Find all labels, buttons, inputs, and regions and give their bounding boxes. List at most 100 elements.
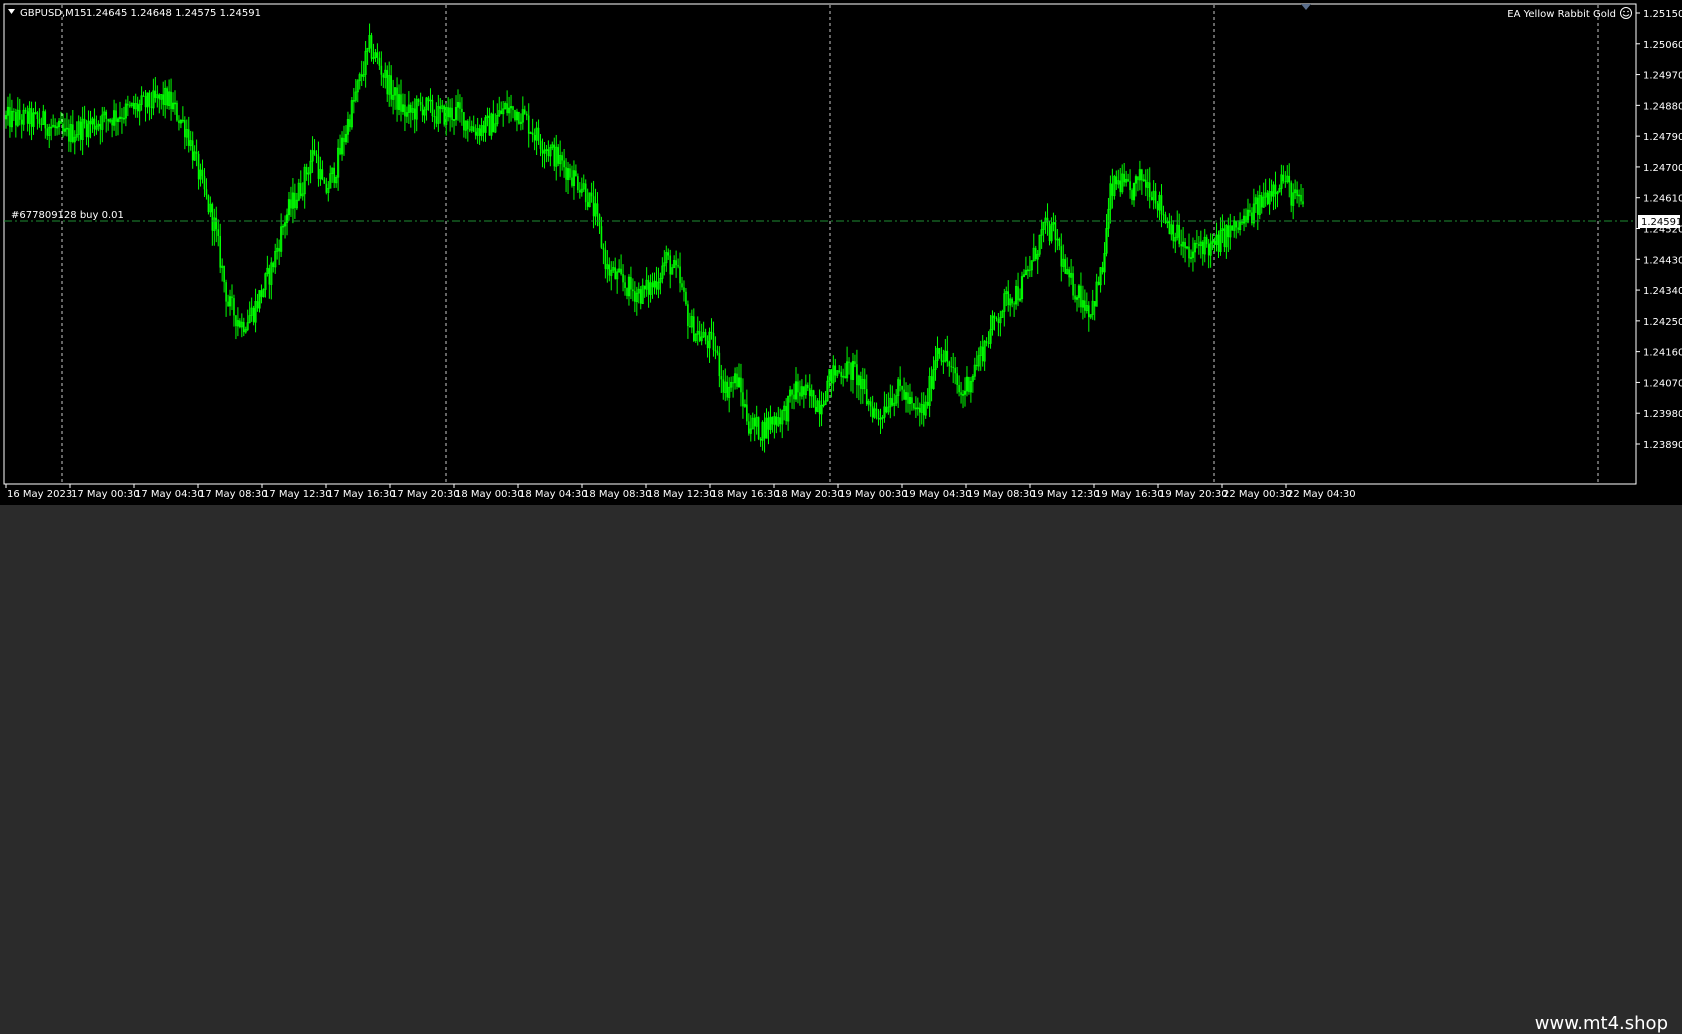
- candle-body-bear: [901, 385, 903, 390]
- candle-body-bear: [651, 282, 654, 288]
- candle-body-bear: [863, 379, 866, 390]
- candle-body-bear: [838, 370, 841, 372]
- candle-body-bear: [142, 95, 145, 97]
- candle-body-bear: [679, 266, 681, 284]
- candle-body-bear: [834, 365, 837, 376]
- candle-body-bear: [877, 410, 880, 420]
- candle-body-bear: [1068, 269, 1070, 278]
- current-price-box: 1.24591: [1638, 215, 1682, 228]
- candle-body-bear: [1101, 267, 1104, 273]
- candle-body-bear: [380, 65, 383, 75]
- candle-body-bear: [115, 110, 117, 122]
- candle-body-bear: [1154, 191, 1157, 204]
- current-price-label: 1.24591: [1641, 217, 1682, 228]
- candle-body-bear: [689, 326, 691, 328]
- candle-body-bear: [647, 280, 650, 295]
- time-tick-label: 18 May 12:30: [647, 489, 716, 500]
- candle-body-bear: [333, 167, 335, 183]
- candle-body-bear: [360, 74, 363, 77]
- candle-body-bear: [1131, 190, 1133, 200]
- price-tick-label: 1.24430: [1643, 255, 1682, 266]
- candle-body-bear: [162, 94, 165, 105]
- candle-body-bear: [1266, 192, 1269, 205]
- candle-body-bear: [643, 285, 646, 290]
- candle-body-bear: [938, 348, 941, 354]
- candle-body-bear: [602, 247, 605, 250]
- candle-body-bear: [1201, 241, 1204, 255]
- candle-body-bear: [1048, 225, 1051, 241]
- candle-body-bear: [207, 195, 210, 212]
- candle-body-bear: [584, 183, 587, 203]
- time-tick-label: 16 May 2023: [7, 489, 72, 500]
- candle-body-bear: [899, 379, 901, 386]
- candle-body-bear: [260, 290, 263, 297]
- price-tick-label: 1.24610: [1643, 194, 1682, 205]
- candle-body-bear: [630, 277, 632, 290]
- candle-body-bear: [997, 319, 1000, 323]
- order-line-label: #677809128 buy 0.01: [11, 210, 124, 221]
- price-axis: 1.25150 1.25060 1.24970 1.24880 1.24790 1.247…: [1636, 9, 1682, 451]
- candle-body-bear: [865, 389, 868, 405]
- candle-body-bear: [325, 183, 328, 193]
- candle-body-bear: [995, 317, 998, 320]
- candle-body-bear: [1178, 225, 1180, 245]
- candle-body-bear: [205, 189, 208, 196]
- candle-body-bear: [1260, 195, 1263, 208]
- candle-body-bear: [1084, 300, 1086, 311]
- candle-body-bear: [1180, 244, 1182, 247]
- candle-body-bear: [227, 301, 229, 307]
- candle-body-bear: [586, 202, 589, 207]
- time-tick-label: 19 May 04:30: [903, 489, 972, 500]
- candle-body-bear: [514, 110, 516, 120]
- candle-body-bear: [396, 87, 398, 110]
- candle-body-bear: [72, 124, 74, 142]
- candle-body-bear: [111, 119, 113, 126]
- price-tick-label: 1.25060: [1643, 40, 1682, 51]
- candle-body-bear: [954, 367, 956, 374]
- candle-body-bear: [60, 121, 62, 124]
- price-tick-label: 1.23890: [1643, 440, 1682, 451]
- candle-body-bear: [577, 176, 579, 191]
- candle-body-bear: [775, 416, 778, 426]
- candle-body-bear: [1127, 179, 1129, 182]
- candle-body-bear: [524, 109, 526, 114]
- candle-body-bear: [748, 421, 750, 434]
- candle-body-bear: [343, 138, 345, 142]
- candle-body-bear: [421, 104, 424, 116]
- candle-body-bear: [926, 402, 929, 406]
- candle-body-bear: [1111, 183, 1114, 196]
- chart-window[interactable]: #677809128 buy 0.01 GBPUSD,M15 1.24645 1…: [0, 0, 1682, 505]
- candle-body-bear: [575, 170, 577, 177]
- candle-body-bear: [9, 107, 11, 127]
- footer-bar: www.mt4.shop: [0, 505, 1682, 1034]
- candle-body-bear: [561, 155, 563, 161]
- candle-body-bear: [239, 320, 241, 328]
- candle-body-bear: [1093, 301, 1096, 307]
- price-tick-label: 1.24250: [1643, 317, 1682, 328]
- time-tick-label: 19 May 16:30: [1095, 489, 1164, 500]
- ea-label[interactable]: EA Yellow Rabbit Gold: [1507, 9, 1616, 20]
- candle-body-bear: [720, 376, 723, 380]
- candle-body-bear: [740, 377, 742, 393]
- candle-body-bear: [712, 333, 715, 350]
- candle-body-bear: [525, 113, 528, 116]
- candle-body-bear: [176, 102, 178, 121]
- candle-body-bear: [89, 120, 92, 125]
- candle-body-bear: [85, 123, 88, 138]
- candle-body-bear: [806, 384, 809, 389]
- time-tick-label: 19 May 12:30: [1031, 489, 1100, 500]
- candle-body-bear: [948, 361, 951, 367]
- time-tick-label: 22 May 04:30: [1287, 489, 1356, 500]
- candle-body-bear: [1300, 194, 1302, 202]
- candle-body-bear: [1160, 195, 1163, 215]
- candle-body-bear: [771, 417, 774, 425]
- candle-body-bear: [201, 169, 204, 177]
- candle-body-bear: [215, 217, 218, 230]
- candle-body-bear: [30, 108, 33, 127]
- price-chart[interactable]: #677809128 buy 0.01 GBPUSD,M15 1.24645 1…: [0, 0, 1682, 505]
- candle-body-bear: [170, 91, 172, 109]
- candle-body-bear: [624, 282, 626, 289]
- candle-body-bear: [1207, 244, 1210, 256]
- candle-body-bear: [467, 120, 469, 130]
- candle-body-bear: [681, 283, 683, 288]
